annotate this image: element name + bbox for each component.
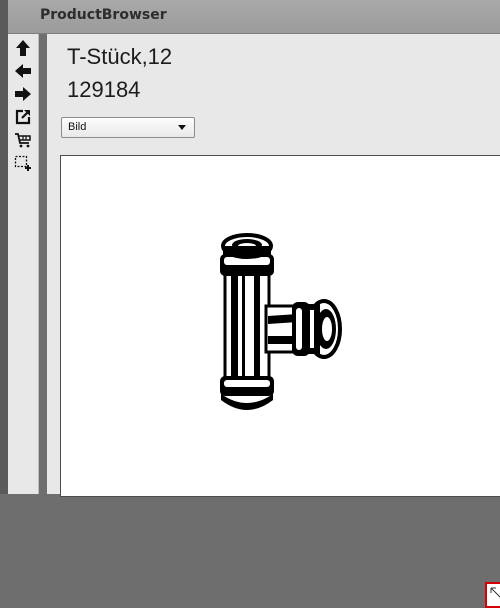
side-toolbar (8, 34, 39, 494)
open-external-button[interactable] (10, 106, 36, 128)
view-mode-select[interactable]: Bild (61, 117, 195, 138)
fullscreen-button[interactable] (485, 582, 500, 608)
arrow-up-icon (16, 40, 30, 56)
product-detail-panel: T-Stück,12 129184 Bild (47, 34, 500, 608)
window-title: ProductBrowser (40, 7, 167, 23)
title-bar: ProductBrowser (8, 0, 500, 34)
product-image-panel (60, 155, 500, 608)
external-link-icon (15, 109, 31, 125)
product-name: T-Stück,12 (67, 44, 173, 69)
navigate-back-button[interactable] (10, 60, 36, 82)
cart-icon (15, 133, 31, 148)
navigate-up-button[interactable] (10, 37, 36, 59)
tee-fitting-image (220, 233, 342, 410)
navigate-forward-button[interactable] (10, 83, 36, 105)
expand-icon (490, 587, 500, 598)
arrow-left-icon (15, 64, 31, 78)
add-selection-button[interactable] (10, 152, 36, 174)
add-selection-icon (14, 155, 31, 171)
window-edge (0, 0, 8, 494)
arrow-right-icon (15, 87, 31, 101)
product-number: 129184 (67, 77, 141, 102)
view-mode-value: Bild (68, 121, 87, 133)
cart-button[interactable] (10, 129, 36, 151)
chevron-down-icon (178, 125, 186, 130)
